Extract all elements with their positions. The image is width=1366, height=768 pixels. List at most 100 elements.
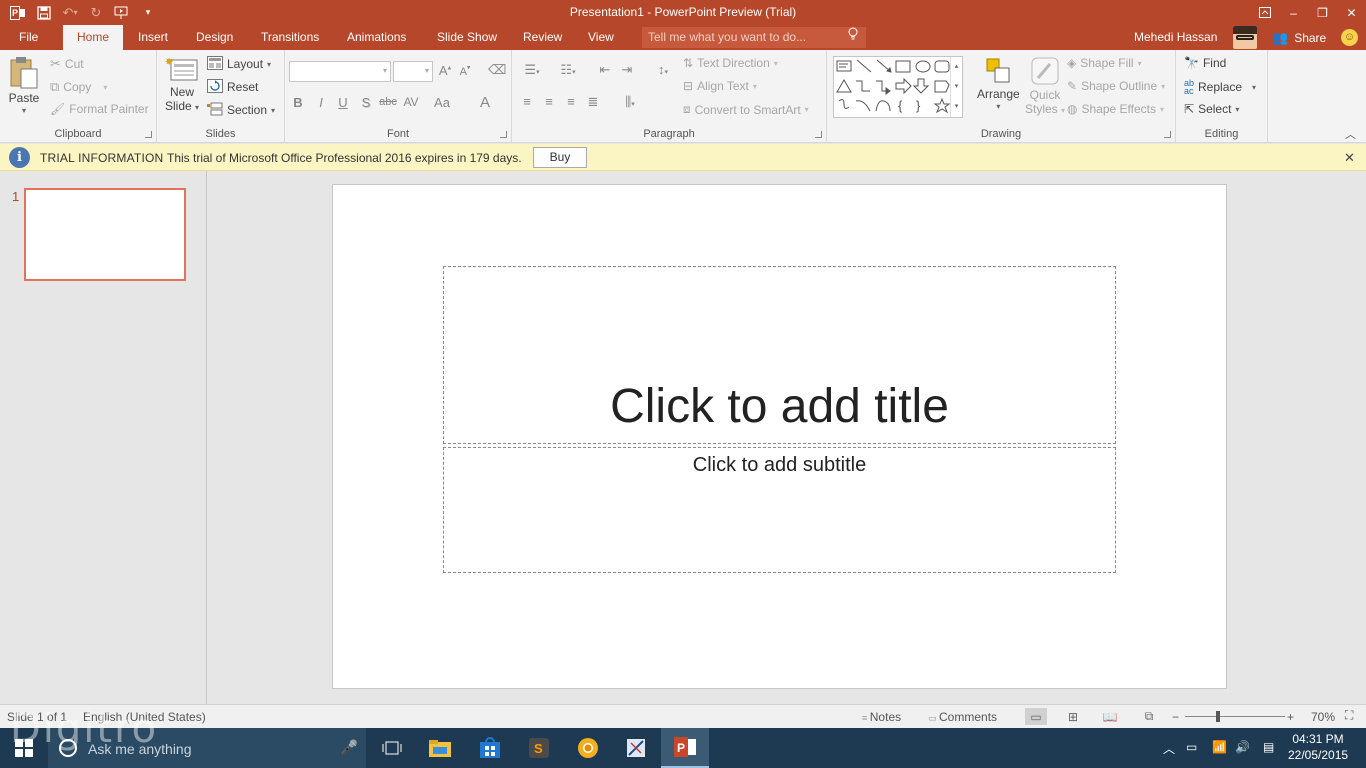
bullets-icon[interactable]: ☰▾	[518, 62, 546, 78]
shape-outline-button[interactable]: ✎ Shape Outline ▾	[1067, 79, 1165, 93]
line-spacing-icon[interactable]: ↕▾	[650, 62, 676, 77]
powerpoint-taskbar-icon[interactable]: P	[661, 728, 709, 768]
user-name[interactable]: Mehedi Hassan	[1134, 25, 1217, 50]
reset-button[interactable]: Reset	[207, 79, 258, 95]
chrome-canary-icon[interactable]	[564, 728, 612, 768]
find-button[interactable]: 🔭 Find	[1184, 56, 1226, 70]
copy-button[interactable]: ⧉ Copy ▾	[50, 79, 107, 95]
zoom-out-button[interactable]: −	[1172, 710, 1179, 724]
clock[interactable]: 04:31 PM 22/05/2015	[1288, 731, 1348, 763]
tab-slide-show[interactable]: Slide Show	[427, 25, 507, 50]
tab-home[interactable]: Home	[63, 25, 123, 50]
quick-styles-button[interactable]: Quick Styles ▾	[1025, 56, 1065, 116]
gallery-scroll-controls[interactable]: ▴ ▾ ▾	[950, 57, 962, 117]
replace-button[interactable]: ab ac Replace ▾	[1184, 79, 1256, 96]
font-size-combo[interactable]: ▾	[393, 61, 433, 82]
select-button[interactable]: ⇱ Select ▾	[1184, 102, 1239, 116]
battery-icon[interactable]: ▭	[1186, 740, 1197, 754]
tab-review[interactable]: Review	[513, 25, 572, 50]
store-icon[interactable]	[466, 728, 514, 768]
normal-view-icon[interactable]: ▭	[1025, 708, 1047, 725]
dialog-launcher-icon[interactable]	[145, 131, 152, 138]
tab-insert[interactable]: Insert	[128, 25, 178, 50]
format-painter-button[interactable]: 🖌 Format Painter	[50, 102, 149, 116]
action-center-icon[interactable]: ▤	[1263, 740, 1274, 754]
italic-button[interactable]: I	[312, 95, 330, 110]
shrink-font-button[interactable]: A▾	[456, 63, 474, 78]
align-text-button[interactable]: ⊟ Align Text ▾	[683, 79, 757, 93]
reading-view-icon[interactable]: 📖	[1099, 708, 1121, 725]
show-hidden-icons-icon[interactable]: ︿	[1163, 740, 1175, 757]
align-left-icon[interactable]: ≡	[518, 94, 536, 109]
strikethrough-button[interactable]: abc	[377, 96, 399, 108]
change-case-button[interactable]: Aa	[431, 95, 453, 110]
convert-to-smartart-button[interactable]: ⧈ Convert to SmartArt ▾	[683, 102, 809, 117]
layout-button[interactable]: Layout ▾	[207, 56, 271, 72]
notes-button[interactable]: ≡ Notes	[862, 710, 901, 724]
windows-start-icon[interactable]	[0, 728, 48, 768]
wifi-icon[interactable]: 📶	[1212, 740, 1227, 754]
clear-formatting-icon[interactable]: ⌫	[488, 62, 506, 78]
comments-button[interactable]: ▭ Comments	[928, 710, 997, 724]
shape-fill-button[interactable]: ◈ Shape Fill ▾	[1067, 56, 1142, 70]
tab-view[interactable]: View	[578, 25, 624, 50]
tab-design[interactable]: Design	[186, 25, 243, 50]
align-center-icon[interactable]: ≡	[540, 94, 558, 109]
columns-icon[interactable]: ⫼▾	[616, 94, 644, 110]
minimize-icon[interactable]: –	[1279, 0, 1308, 25]
volume-icon[interactable]: 🔊	[1235, 740, 1250, 754]
snipping-tool-icon[interactable]	[612, 728, 660, 768]
shape-effects-button[interactable]: ◍ Shape Effects ▾	[1067, 102, 1164, 116]
close-icon[interactable]: ✕	[1344, 150, 1355, 166]
tab-file[interactable]: File	[9, 25, 48, 50]
character-spacing-button[interactable]: AV	[401, 95, 421, 109]
restore-icon[interactable]: ❐	[1308, 0, 1337, 25]
close-icon[interactable]: ✕	[1337, 0, 1366, 25]
paste-button[interactable]: Paste ▾	[8, 56, 40, 115]
arrange-button[interactable]: Arrange ▾	[977, 56, 1020, 111]
increase-indent-icon[interactable]: ⇥	[618, 62, 636, 78]
share-button[interactable]: 👥 Share	[1272, 25, 1326, 51]
shadow-button[interactable]: S	[357, 95, 375, 110]
task-view-icon[interactable]	[368, 728, 416, 768]
bold-button[interactable]: B	[289, 95, 307, 110]
zoom-slider-track[interactable]	[1185, 716, 1285, 717]
drawing-dialog-launcher-icon[interactable]	[1164, 131, 1171, 138]
font-dialog-launcher-icon[interactable]	[500, 131, 507, 138]
cortana-search[interactable]: Ask me anything 🎤	[48, 728, 366, 768]
cut-button[interactable]: ✂ Cut	[50, 56, 84, 72]
underline-button[interactable]: U	[334, 95, 352, 110]
zoom-slider-thumb[interactable]	[1216, 711, 1220, 722]
fit-slide-icon[interactable]: ⛶	[1345, 708, 1353, 723]
numbering-icon[interactable]: ☷▾	[554, 62, 582, 78]
collapse-ribbon-icon[interactable]: ︿	[1345, 126, 1356, 142]
text-direction-button[interactable]: ⇅ Text Direction ▾	[683, 56, 778, 70]
paragraph-dialog-launcher-icon[interactable]	[815, 131, 822, 138]
sublime-text-icon[interactable]: S	[515, 728, 563, 768]
section-button[interactable]: Section ▾	[207, 102, 275, 118]
microphone-icon[interactable]: 🎤	[341, 739, 358, 756]
zoom-in-button[interactable]: +	[1287, 710, 1294, 724]
shapes-gallery[interactable]: { } ▴ ▾ ▾	[833, 56, 963, 118]
avatar[interactable]	[1233, 26, 1257, 49]
align-right-icon[interactable]: ≡	[562, 94, 580, 109]
grow-font-button[interactable]: A▴	[436, 63, 454, 78]
tab-animations[interactable]: Animations	[337, 25, 416, 50]
decrease-indent-icon[interactable]: ⇤	[596, 62, 614, 78]
language-indicator[interactable]: English (United States)	[83, 710, 206, 724]
justify-icon[interactable]: ≣	[584, 94, 602, 110]
zoom-level[interactable]: 70%	[1311, 710, 1335, 724]
new-slide-button[interactable]: ✸ New Slide ▾	[165, 55, 199, 113]
tab-transitions[interactable]: Transitions	[251, 25, 329, 50]
slide-sorter-icon[interactable]: ⊞	[1062, 708, 1084, 725]
tell-me-search[interactable]: Tell me what you want to do...	[642, 27, 866, 48]
font-color-button[interactable]: A	[476, 94, 494, 111]
buy-button[interactable]: Buy	[533, 147, 587, 168]
slide-thumbnail[interactable]	[24, 188, 186, 281]
ribbon-display-options-icon[interactable]	[1250, 0, 1279, 25]
title-placeholder[interactable]: Click to add title	[443, 266, 1116, 444]
feedback-smiley-icon[interactable]: ☺	[1341, 29, 1358, 46]
font-name-combo[interactable]: ▾	[289, 61, 391, 82]
slideshow-view-icon[interactable]: ⧉	[1138, 708, 1160, 725]
file-explorer-icon[interactable]	[416, 728, 464, 768]
